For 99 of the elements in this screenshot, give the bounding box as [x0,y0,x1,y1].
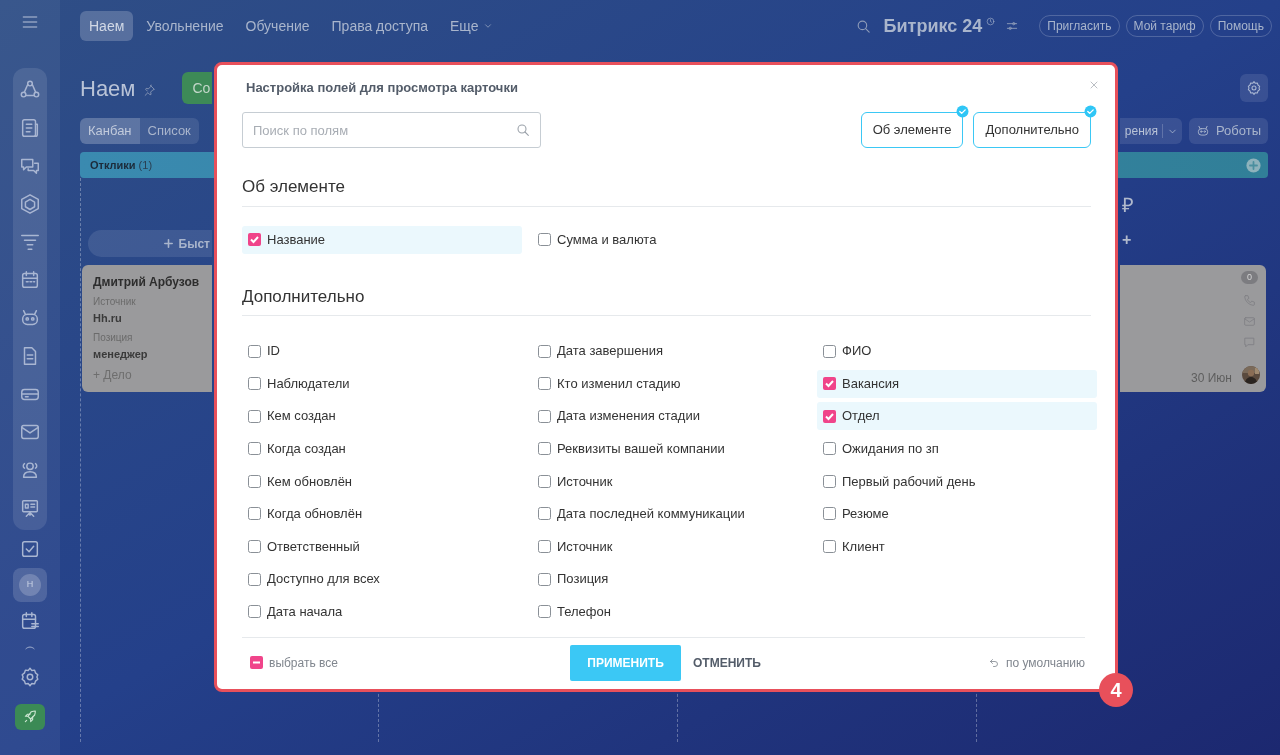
field-option[interactable]: Ответственный [242,532,522,561]
nav-tab[interactable]: Увольнение [137,11,233,41]
select-all-checkbox[interactable]: выбрать все [242,653,570,672]
checkbox[interactable] [538,409,551,423]
section-title: Об элементе [242,174,1091,207]
field-option[interactable]: ФИО [817,337,1097,365]
calendar-list-icon[interactable] [19,610,41,632]
brand-logo[interactable]: Битрикс 24 [883,12,983,40]
view-button[interactable]: рения [1119,118,1182,144]
checkbox[interactable] [823,474,836,488]
robot-icon [1195,124,1210,138]
field-option[interactable]: Дата завершения [532,337,807,365]
sliders-icon[interactable] [1005,19,1020,33]
field-option[interactable]: Дата изменения стадии [532,402,807,431]
robots-button[interactable]: Роботы [1188,118,1268,144]
close-icon[interactable] [1088,79,1100,91]
checkbox[interactable] [248,605,261,619]
field-option[interactable]: Источник [532,532,807,561]
field-option[interactable]: Наблюдатели [242,369,522,398]
counter-badge: 0 [1241,271,1258,284]
step-badge: 4 [1099,673,1133,707]
checkbox[interactable] [538,605,551,619]
field-option[interactable]: Кто изменил стадию [532,369,807,398]
field-option[interactable]: Первый рабочий день [817,467,1097,496]
field-option[interactable]: Сумма и валюта [532,225,807,254]
card-date: 30 Июн [1191,370,1232,387]
clock-icon [986,16,996,26]
chevron-down-icon [482,21,493,31]
checkbox[interactable] [248,409,261,423]
checkbox[interactable] [248,233,261,246]
field-option[interactable]: Когда обновлён [242,499,522,528]
settings-icon[interactable] [19,666,41,688]
checkbox[interactable] [823,344,836,358]
checkbox[interactable] [248,540,261,554]
checkbox[interactable] [823,507,836,521]
filter-button[interactable]: Дополнительно [973,112,1091,148]
undo-icon [987,656,1000,669]
checkbox[interactable] [538,442,551,456]
settings-button[interactable] [1240,74,1268,102]
settings-icon [1246,80,1262,96]
card-title: Дмитрий Арбузов [93,274,201,291]
checkbox[interactable] [248,344,261,358]
field-option[interactable]: ID [242,337,522,365]
nav-tab[interactable]: Обучение [236,11,319,41]
field-value: Hh.ru [93,311,123,326]
field-option[interactable]: Название [242,225,522,254]
checkbox[interactable] [823,409,836,423]
dialog-title: Настройка полей для просмотра карточки [246,79,518,97]
field-option[interactable]: Телефон [532,597,807,626]
news-icon[interactable] [19,116,41,140]
checkbox[interactable] [248,507,261,521]
checkbox[interactable] [250,656,263,669]
page-title: Наем [80,74,136,103]
field-option[interactable]: Реквизиты вашей компании [532,434,807,463]
field-option[interactable]: Дата последней коммуникации [532,499,807,528]
nav-tab[interactable]: Наем [80,11,134,41]
field-option[interactable]: Доступно для всех [242,565,522,594]
checkbox[interactable] [538,507,551,521]
field-option[interactable]: Дата начала [242,597,522,626]
hexagon-icon[interactable] [19,192,41,216]
checkbox[interactable] [538,474,551,488]
nav-tab[interactable]: Права доступа [322,11,437,41]
field-option[interactable]: Позиция [532,565,807,594]
field-option[interactable]: Вакансия [817,369,1097,398]
checkbox[interactable] [538,233,551,246]
checkbox[interactable] [248,377,261,391]
field-option[interactable]: Источник [532,467,807,496]
checkbox[interactable] [823,442,836,456]
field-option[interactable]: Отдел [817,402,1097,431]
search-field[interactable]: Поиск по полям [242,112,541,148]
more-menu[interactable]: Еще [441,11,502,41]
checkbox-icon[interactable] [19,538,41,560]
cancel-button[interactable]: ОТМЕНИТЬ [681,644,773,681]
field-option[interactable]: Кем обновлён [242,467,522,496]
reset-button[interactable]: по умолчанию [987,653,1085,672]
rocket-button[interactable] [15,704,45,730]
checkbox[interactable] [823,377,836,391]
checkbox[interactable] [823,540,836,554]
plus-icon [162,238,174,249]
field-option[interactable]: Ожидания по зп [817,434,1097,463]
section-title: Дополнительно [242,283,1091,316]
field-value: менеджер [93,346,149,362]
field-option[interactable]: Резюме [817,499,1097,528]
checkbox[interactable] [538,540,551,554]
checkbox[interactable] [538,344,551,358]
checkbox[interactable] [538,572,551,586]
checkbox[interactable] [248,442,261,456]
pin-icon[interactable] [143,83,157,97]
checkbox[interactable] [248,474,261,488]
field-option[interactable]: Клиент [817,532,1097,561]
quick-add-button[interactable]: + [1122,232,1132,248]
add-icon[interactable] [1245,156,1262,174]
field-option[interactable]: Когда создан [242,434,522,463]
search-icon[interactable] [515,122,531,138]
field-option[interactable]: Кем создан [242,402,522,431]
rocket-icon [22,709,38,725]
currency-sign: ₽ [1122,193,1134,218]
checkbox[interactable] [538,377,551,391]
checkbox[interactable] [248,572,261,586]
